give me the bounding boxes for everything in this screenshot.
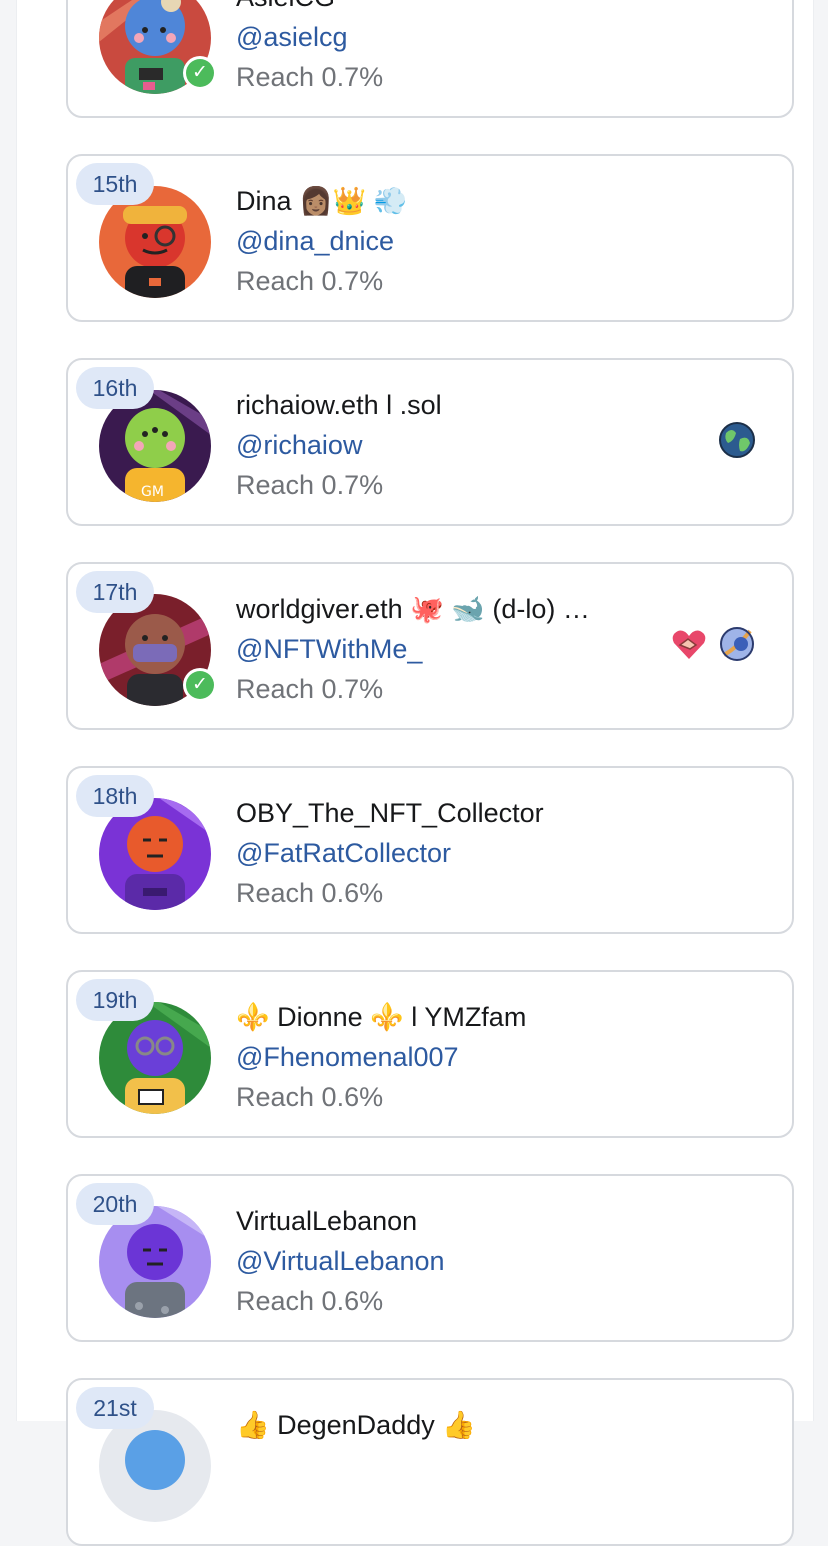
rank-badge: 19th	[76, 979, 154, 1021]
leaderboard-card[interactable]: 18th OBY_The_NFT_Collector @FatRatCollec…	[66, 766, 794, 934]
planet-badge-icon[interactable]	[718, 625, 756, 663]
account-handle[interactable]: @Fhenomenal007	[236, 1037, 636, 1077]
verified-check-icon: ✓	[183, 668, 217, 702]
reach-value: Reach 0.7%	[236, 266, 384, 296]
rank-badge: 18th	[76, 775, 154, 817]
svg-text:GM: GM	[141, 484, 164, 500]
leaderboard-card[interactable]: 17th ✓ worldgiver.eth 🐙 🐋 (d-lo) … @NFTW…	[66, 562, 794, 730]
rank-badge: 17th	[76, 571, 154, 613]
badge-list	[670, 625, 756, 665]
rank-badge: 20th	[76, 1183, 154, 1225]
reach-value: Reach 0.7%	[236, 62, 384, 92]
leaderboard-card[interactable]: 19th ⚜️ Dionne ⚜️ l YMZfam @Fhenomenal00…	[66, 970, 794, 1138]
leaderboard-card[interactable]: 20th VirtualLebanon @VirtualLebanon Reac…	[66, 1174, 794, 1342]
account-handle[interactable]: @richaiow	[236, 425, 636, 465]
account-handle[interactable]: @NFTWithMe_	[236, 629, 636, 669]
account-name: OBY_The_NFT_Collector	[236, 798, 544, 828]
rank-badge: 16th	[76, 367, 154, 409]
badge-list	[718, 421, 756, 461]
account-handle[interactable]: @FatRatCollector	[236, 833, 636, 873]
account-name: Dina 👩🏽‍👑 💨	[236, 186, 408, 216]
leaderboard-card[interactable]: 15th Dina 👩🏽‍👑 💨 @dina_dnice Reach 0.7%	[66, 154, 794, 322]
account-name: AsielCG	[236, 0, 636, 17]
rank-badge: 21st	[76, 1387, 154, 1429]
account-handle[interactable]: @dina_dnice	[236, 221, 636, 261]
account-handle[interactable]: @VirtualLebanon	[236, 1241, 636, 1281]
leaderboard-card[interactable]: ✓ AsielCG @asielcg Reach 0.7%	[66, 0, 794, 118]
account-name: VirtualLebanon	[236, 1206, 418, 1236]
leaderboard-page: ✓ AsielCG @asielcg Reach 0.7% 15th Dina …	[16, 0, 814, 1546]
account-name: 👍 DegenDaddy 👍	[236, 1410, 476, 1440]
verified-check-icon: ✓	[183, 56, 217, 90]
reach-value: Reach 0.6%	[236, 1286, 384, 1316]
reach-value: Reach 0.6%	[236, 1082, 384, 1112]
account-name: ⚜️ Dionne ⚜️ l YMZfam	[236, 1002, 527, 1032]
globe-badge-icon[interactable]	[718, 421, 756, 459]
leaderboard-card[interactable]: 21st 👍 DegenDaddy 👍	[66, 1378, 794, 1546]
reach-value: Reach 0.6%	[236, 878, 384, 908]
account-name: richaiow.eth l .sol	[236, 390, 442, 420]
account-handle[interactable]: @asielcg	[236, 17, 636, 57]
rank-badge: 15th	[76, 163, 154, 205]
reach-value: Reach 0.7%	[236, 674, 384, 704]
handshake-heart-badge-icon[interactable]	[670, 625, 708, 663]
reach-value: Reach 0.7%	[236, 470, 384, 500]
account-name: worldgiver.eth 🐙 🐋 (d-lo) …	[236, 594, 590, 624]
leaderboard-card[interactable]: 16th GM richaiow.eth l .sol @richaiow Re…	[66, 358, 794, 526]
